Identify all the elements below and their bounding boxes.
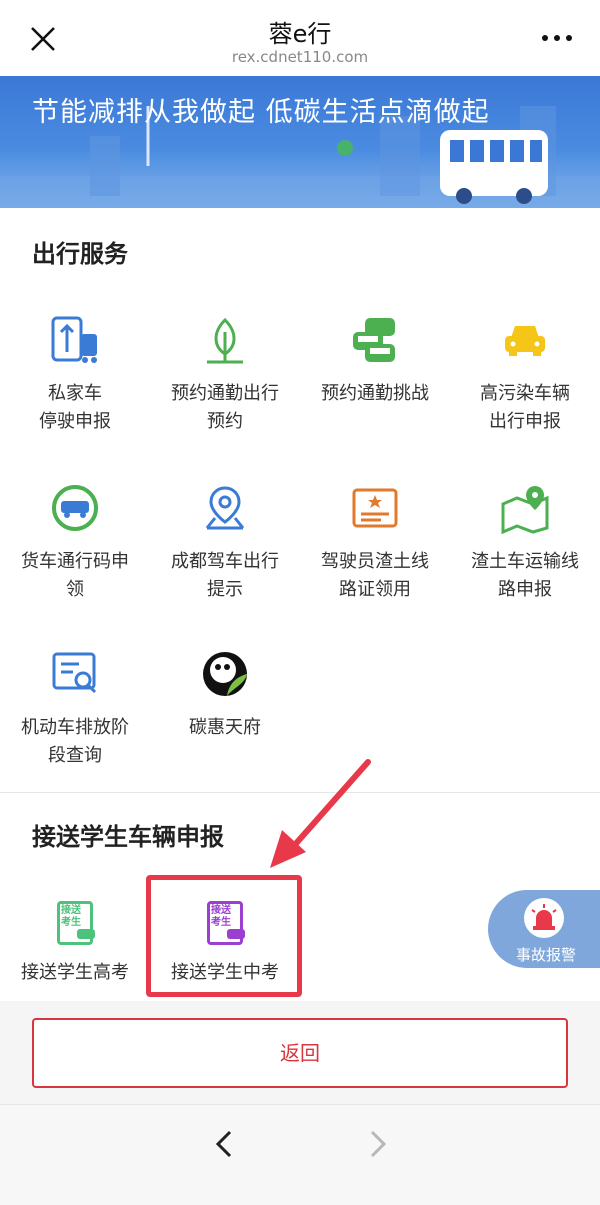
item-label-line2: 段查询 xyxy=(48,745,102,766)
item-label-line1: 渣土车运输线 xyxy=(471,551,579,572)
section-title: 接送学生车辆申报 xyxy=(32,823,224,851)
service-muck-route-permit[interactable]: 驾驶员渣土线 路证领用 xyxy=(300,482,450,604)
item-label-line2: 出行申报 xyxy=(489,411,561,432)
badge-line2: 考生 xyxy=(61,917,81,928)
item-label-line1: 私家车 xyxy=(48,383,102,404)
page-url: rex.cdnet110.com xyxy=(231,48,369,66)
item-label-line1: 成都驾车出行 xyxy=(171,551,279,572)
yellow-car-icon xyxy=(505,326,545,356)
service-commute-challenge[interactable]: 预约通勤挑战 xyxy=(300,314,450,408)
location-pin-icon xyxy=(205,486,245,530)
panda-logo-icon xyxy=(203,652,247,696)
exam-car-icon: 接送 考生 xyxy=(49,897,101,949)
search-document-icon xyxy=(52,652,97,694)
top-bar: 蓉e行 rex.cdnet110.com xyxy=(0,0,600,76)
traffic-cars-icon xyxy=(353,318,395,362)
banner-text: 节能减排从我做起 低碳生活点滴做起 xyxy=(32,97,490,128)
truck-icon xyxy=(52,485,98,531)
more-icon[interactable] xyxy=(540,28,574,48)
page-title: 蓉e行 xyxy=(268,20,332,48)
item-label-line2: 停驶申报 xyxy=(39,411,111,432)
parking-car-icon xyxy=(51,316,97,363)
forward-icon[interactable] xyxy=(366,1129,390,1159)
item-label-line1: 机动车排放阶 xyxy=(21,717,129,738)
service-carbon-tianfu[interactable]: 碳惠天府 xyxy=(150,648,300,742)
item-label-line1: 碳惠天府 xyxy=(189,717,261,738)
service-commute-booking[interactable]: 预约通勤出行 预约 xyxy=(150,314,300,436)
service-driving-tips[interactable]: 成都驾车出行 提示 xyxy=(150,482,300,604)
service-private-car-parking[interactable]: 私家车 停驶申报 xyxy=(0,314,150,436)
siren-icon xyxy=(524,898,564,938)
item-label-line1: 驾驶员渣土线 xyxy=(321,551,429,572)
item-label-line2: 提示 xyxy=(207,579,243,600)
item-label-line1: 高污染车辆 xyxy=(480,383,570,404)
service-emission-query[interactable]: 机动车排放阶 段查询 xyxy=(0,648,150,770)
highlight-box xyxy=(146,875,302,997)
service-gaokao-transport[interactable]: 接送 考生 接送学生高考 xyxy=(0,897,150,987)
service-truck-pass[interactable]: 货车通行码申领 xyxy=(0,482,150,604)
leaf-icon xyxy=(207,317,243,364)
banner[interactable]: 节能减排从我做起 低碳生活点滴做起 xyxy=(0,76,600,208)
back-icon[interactable] xyxy=(212,1129,236,1159)
item-label-line2: 领 xyxy=(66,579,84,600)
item-label-line2: 预约 xyxy=(207,411,243,432)
service-high-pollution-vehicle[interactable]: 高污染车辆 出行申报 xyxy=(450,314,600,436)
accident-report-button[interactable]: 事故报警 xyxy=(488,890,600,968)
section-title: 出行服务 xyxy=(32,240,128,268)
travel-services-section: 出行服务 私家车 停驶申报 预约通勤出行 预约 预约通勤挑战 高污染车辆 出行申… xyxy=(0,208,600,792)
badge-line1: 接送 xyxy=(61,905,81,916)
item-label: 接送学生高考 xyxy=(21,962,129,983)
item-label-line1: 货车通行码申 xyxy=(21,551,129,572)
return-button[interactable]: 返回 xyxy=(32,1018,568,1088)
accident-report-label: 事故报警 xyxy=(516,946,577,964)
item-label-line1: 预约通勤挑战 xyxy=(321,383,429,404)
browser-nav-bar xyxy=(0,1104,600,1205)
id-card-icon xyxy=(352,488,398,528)
item-label-line2: 路证领用 xyxy=(339,579,411,600)
item-label-line1: 预约通勤出行 xyxy=(171,383,279,404)
service-muck-truck-route[interactable]: 渣土车运输线 路申报 xyxy=(450,482,600,604)
map-route-icon xyxy=(501,486,549,535)
item-label-line2: 路申报 xyxy=(498,579,552,600)
